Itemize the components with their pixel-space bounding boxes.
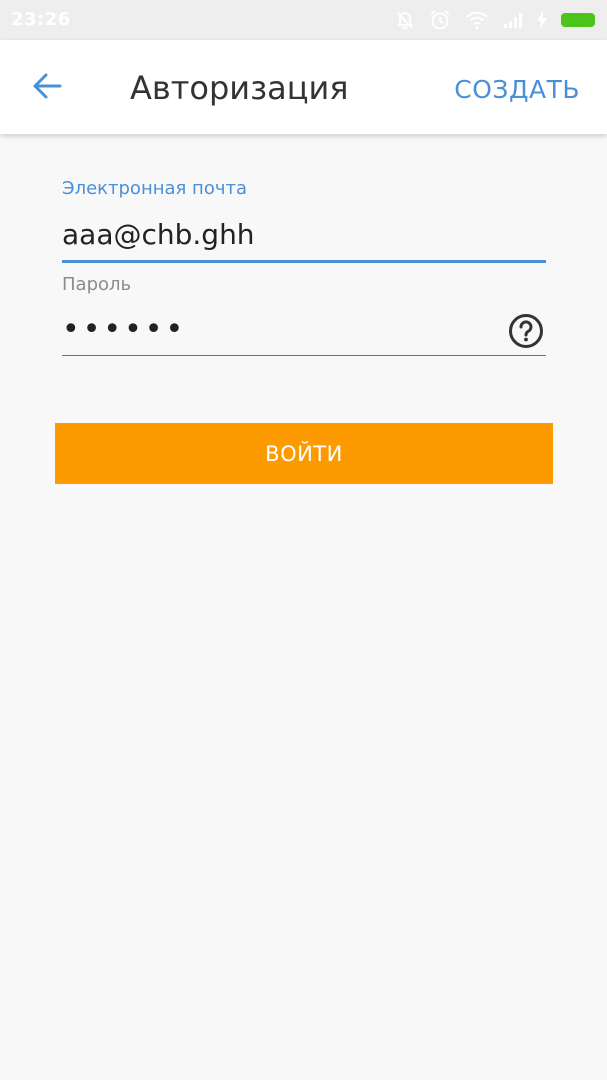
- alarm-icon: [429, 9, 451, 31]
- password-field-underline: [62, 355, 546, 356]
- status-time: 23:26: [11, 9, 71, 30]
- create-account-button[interactable]: СОЗДАТЬ: [454, 70, 580, 110]
- battery-icon: [561, 13, 595, 27]
- login-button[interactable]: ВОЙТИ: [55, 423, 553, 484]
- email-field-underline: [62, 260, 546, 263]
- password-field-label: Пароль: [62, 274, 132, 295]
- page-title: Авторизация: [130, 69, 349, 107]
- email-field-label: Электронная почта: [62, 178, 247, 199]
- arrow-back-icon: [32, 73, 62, 103]
- password-help-button[interactable]: [506, 313, 546, 353]
- notifications-off-icon: [395, 10, 415, 30]
- email-field[interactable]: aaa@chb.ghh: [62, 218, 255, 251]
- back-button[interactable]: [20, 66, 74, 110]
- status-icons: [395, 8, 595, 32]
- login-button-label: ВОЙТИ: [265, 441, 343, 466]
- help-circle-icon: [508, 313, 544, 353]
- signal-icon: [503, 12, 523, 28]
- password-field[interactable]: ••••••: [62, 312, 186, 347]
- wifi-icon: [465, 10, 489, 30]
- status-bar: 23:26: [0, 0, 607, 40]
- charging-icon: [537, 11, 547, 29]
- app-bar: Авторизация СОЗДАТЬ: [0, 40, 607, 134]
